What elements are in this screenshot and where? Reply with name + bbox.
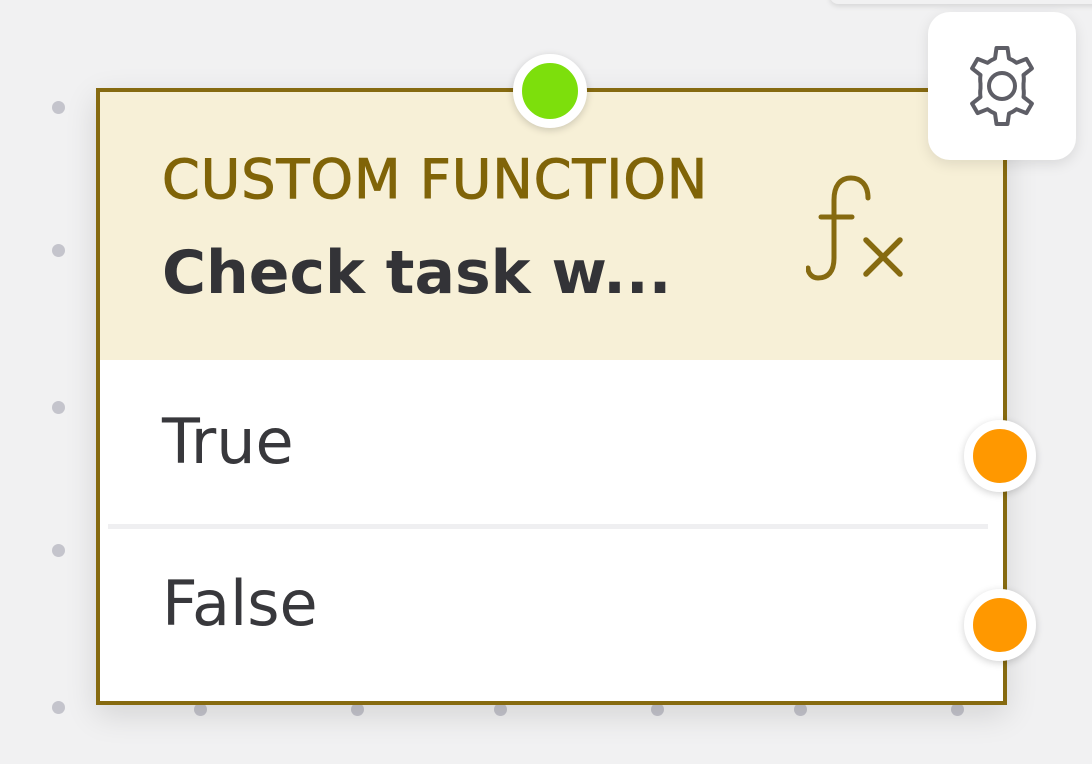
outcome-label: False bbox=[162, 567, 318, 640]
grid-dot bbox=[52, 244, 65, 257]
input-port[interactable] bbox=[513, 54, 587, 128]
settings-button[interactable] bbox=[928, 12, 1076, 160]
outcome-label: True bbox=[162, 405, 294, 478]
toolbar-edge bbox=[830, 0, 1092, 4]
grid-dot bbox=[52, 401, 65, 414]
outcome-row-true[interactable]: True bbox=[100, 360, 1003, 528]
flow-canvas[interactable]: CUSTOM FUNCTION Check task w... True Fal… bbox=[0, 0, 1092, 764]
gear-icon bbox=[970, 46, 1034, 126]
grid-dot bbox=[52, 101, 65, 114]
node-header[interactable]: CUSTOM FUNCTION Check task w... bbox=[100, 92, 1003, 360]
grid-dot bbox=[52, 701, 65, 714]
node-title: Check task w... bbox=[162, 238, 672, 308]
output-port-false[interactable] bbox=[964, 589, 1036, 661]
grid-dot bbox=[52, 544, 65, 557]
output-port-true[interactable] bbox=[964, 420, 1036, 492]
custom-function-node[interactable]: CUSTOM FUNCTION Check task w... True Fal… bbox=[96, 88, 1007, 705]
node-type-label: CUSTOM FUNCTION bbox=[161, 148, 709, 212]
function-fx-icon bbox=[806, 175, 903, 281]
outcome-row-false[interactable]: False bbox=[100, 529, 1003, 697]
